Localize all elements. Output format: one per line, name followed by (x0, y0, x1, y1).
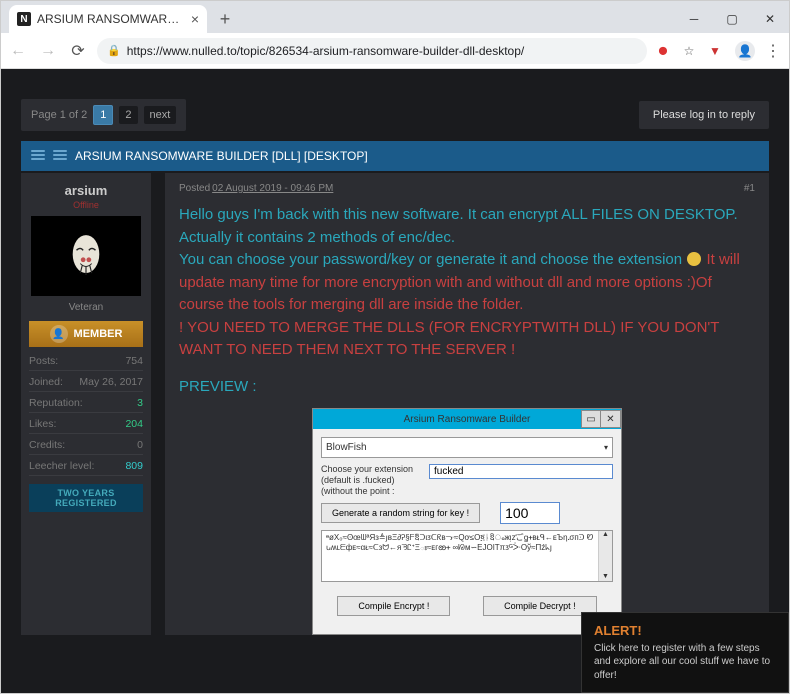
url-field[interactable]: 🔒 (97, 38, 647, 64)
extension-row: Choose your extension (default is .fucke… (321, 464, 613, 496)
posted-label: Posted (179, 183, 210, 194)
page-next-link[interactable]: next (144, 106, 177, 124)
stat-posts: Posts:754 (29, 355, 143, 371)
stat-joined: Joined:May 26, 2017 (29, 376, 143, 392)
compile-encrypt-button[interactable]: Compile Encrypt ! (337, 596, 450, 616)
browser-titlebar: N ARSIUM RANSOMWARE BUILDER [DLL] [DESKT… (1, 1, 789, 33)
window-controls: ─ ▢ ✕ (675, 5, 789, 33)
thread-title: ARSIUM RANSOMWARE BUILDER [DLL] [DESKTOP… (75, 149, 368, 163)
thread-icon (31, 150, 45, 162)
alert-box[interactable]: ALERT! Click here to register with a few… (581, 612, 789, 694)
user-status: Offline (29, 200, 143, 210)
key-textarea[interactable]: ᶱøX₀≈ʘœᗯªЯз≜յвΞ∂Ꭾ§ᖴឨᑐιᴣᑕᖇвᓝ≈Qơ≤О፬ᚿឱംжᴉzꜗ… (321, 530, 613, 582)
url-input[interactable] (127, 44, 637, 58)
page-1-link[interactable]: 1 (93, 105, 113, 125)
page-label: Page 1 of 2 (31, 109, 87, 121)
thread-icon (53, 150, 67, 162)
compile-decrypt-button[interactable]: Compile Decrypt ! (483, 596, 597, 616)
bookmark-icon[interactable]: ☆ (681, 43, 697, 59)
generate-row: Generate a random string for key ! (321, 502, 613, 524)
post-line: ! YOU NEED TO MERGE THE DLLS (FOR ENCRYP… (179, 317, 755, 362)
pagination: Page 1 of 2 1 2 next (21, 99, 186, 131)
alert-body: Click here to register with a few steps … (594, 642, 776, 683)
alert-title: ALERT! (594, 623, 776, 638)
username[interactable]: arsium (29, 183, 143, 198)
algorithm-combobox[interactable]: BlowFish ▾ (321, 437, 613, 458)
smile-emoji-icon (687, 252, 701, 266)
app-titlebar: Arsium Ransomware Builder ▭ ✕ (313, 409, 621, 429)
textarea-scrollbar[interactable]: ▲▼ (598, 531, 612, 581)
profile-avatar-icon[interactable]: 👤 (735, 41, 755, 61)
post-meta: Posted 02 August 2019 - 09:46 PM #1 (179, 183, 755, 194)
back-button[interactable]: ← (7, 40, 29, 62)
post: arsium Offline Veteran 👤 (21, 173, 769, 635)
forward-button[interactable]: → (37, 40, 59, 62)
browser-window: N ARSIUM RANSOMWARE BUILDER [DLL] [DESKT… (0, 0, 790, 694)
login-to-reply-button[interactable]: Please log in to reply (639, 101, 769, 129)
app-title: Arsium Ransomware Builder (404, 412, 531, 427)
new-tab-button[interactable]: + (213, 7, 237, 31)
minimize-button[interactable]: ─ (675, 5, 713, 33)
years-registered-badge: TWO YEARS REGISTERED (29, 484, 143, 512)
compile-row: Compile Encrypt ! Compile Decrypt ! (321, 596, 613, 626)
post-line: Hello guys I'm back with this new softwa… (179, 204, 755, 249)
preview-label: PREVIEW : (179, 376, 755, 399)
member-badge-icon: 👤 (50, 325, 68, 343)
app-close-icon[interactable]: ✕ (601, 410, 621, 428)
generate-key-button[interactable]: Generate a random string for key ! (321, 503, 480, 523)
key-length-input[interactable] (500, 502, 560, 524)
window-close-button[interactable]: ✕ (751, 5, 789, 33)
post-body: Posted 02 August 2019 - 09:46 PM #1 Hell… (165, 173, 769, 635)
favicon-icon: N (17, 12, 31, 26)
tab-title: ARSIUM RANSOMWARE BUILDER [DLL] [DESKTOP… (37, 12, 185, 26)
extension-icons: ⬤ ☆ ▼ (655, 43, 723, 59)
app-window: Arsium Ransomware Builder ▭ ✕ BlowFish ▾ (312, 408, 622, 635)
browser-tab[interactable]: N ARSIUM RANSOMWARE BUILDER [DLL] [DESKT… (9, 5, 207, 33)
extension-input[interactable] (429, 464, 613, 479)
app-body: BlowFish ▾ Choose your extension (defaul… (313, 429, 621, 634)
user-rank: Veteran (29, 302, 143, 313)
stat-leecher: Leecher level:809 (29, 460, 143, 476)
extension-icon[interactable]: ▼ (707, 43, 723, 59)
tab-close-icon[interactable]: × (191, 11, 199, 27)
app-minimize-icon[interactable]: ▭ (581, 410, 601, 428)
stat-reputation: Reputation:3 (29, 397, 143, 413)
reload-button[interactable]: ⟳ (67, 40, 89, 62)
pagination-bar: Page 1 of 2 1 2 next Please log in to re… (21, 99, 769, 131)
address-bar: ← → ⟳ 🔒 ⬤ ☆ ▼ 👤 ⋮ (1, 33, 789, 69)
thread-header: ARSIUM RANSOMWARE BUILDER [DLL] [DESKTOP… (21, 141, 769, 171)
guy-fawkes-mask-icon (67, 233, 105, 279)
page-viewport: Page 1 of 2 1 2 next Please log in to re… (1, 69, 789, 693)
chevron-down-icon: ▾ (604, 442, 608, 454)
post-date: 02 August 2019 - 09:46 PM (212, 183, 333, 194)
post-number[interactable]: #1 (744, 183, 755, 194)
app-window-controls: ▭ ✕ (581, 409, 621, 428)
member-badge: 👤 MEMBER (29, 321, 143, 347)
post-line: You can choose your password/key or gene… (179, 249, 755, 317)
lock-icon: 🔒 (107, 44, 121, 57)
extension-label: Choose your extension (default is .fucke… (321, 464, 421, 496)
post-content: Hello guys I'm back with this new softwa… (179, 204, 755, 635)
stat-credits: Credits:0 (29, 439, 143, 455)
user-panel: arsium Offline Veteran 👤 (21, 173, 151, 635)
stat-likes: Likes:204 (29, 418, 143, 434)
browser-menu-button[interactable]: ⋮ (763, 41, 783, 61)
extension-icon[interactable]: ⬤ (655, 43, 671, 59)
maximize-button[interactable]: ▢ (713, 5, 751, 33)
user-avatar[interactable] (31, 216, 141, 296)
page-2-link[interactable]: 2 (119, 106, 137, 124)
user-stats: Posts:754 Joined:May 26, 2017 Reputation… (29, 355, 143, 476)
